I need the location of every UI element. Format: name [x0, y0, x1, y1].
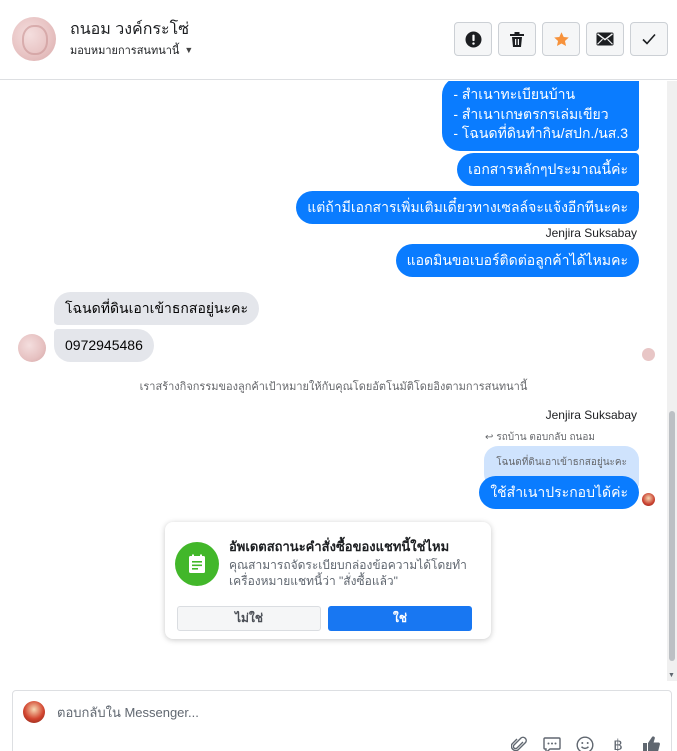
scroll-down-arrow-icon[interactable]: ▼ — [668, 672, 675, 679]
order-status-icon — [175, 542, 219, 586]
outgoing-message[interactable]: แอดมินขอเบอร์ติดต่อลูกค้าได้ไหมคะ — [395, 244, 639, 277]
assign-label: มอบหมายการสนทนานี้ — [70, 45, 180, 57]
incoming-message[interactable]: 0972945486 — [54, 329, 154, 362]
no-button[interactable]: ไม่ใช่ — [177, 606, 321, 631]
card-title: อัพเดตสถานะคำสั่งซื้อของแชทนี้ใช่ไหม — [229, 539, 450, 554]
sender-name: Jenjira Suksabay — [545, 408, 637, 422]
seen-receipt-avatar — [642, 348, 655, 361]
outgoing-message[interactable]: ใช้สำเนาประกอบได้ค่ะ — [479, 476, 639, 509]
order-status-card: อัพเดตสถานะคำสั่งซื้อของแชทนี้ใช่ไหม คุณ… — [165, 522, 491, 639]
envelope-icon — [596, 32, 614, 46]
mark-spam-button[interactable] — [454, 22, 492, 56]
outgoing-message[interactable]: เอกสารหลักๆประมาณนี้ค่ะ — [457, 153, 639, 186]
assign-conversation-dropdown[interactable]: มอบหมายการสนทนานี้ ▼ — [70, 41, 193, 59]
delete-button[interactable] — [498, 22, 536, 56]
message-composer: ฿ — [12, 690, 672, 751]
receipt-icon — [189, 554, 205, 573]
like-icon[interactable] — [641, 735, 661, 751]
trash-icon — [510, 31, 524, 47]
reply-arrow-icon: ↩ — [484, 432, 494, 443]
yes-button[interactable]: ใช่ — [328, 606, 472, 631]
contact-name[interactable]: ถนอม วงค์กระโซ่ — [70, 17, 189, 42]
mark-done-button[interactable] — [630, 22, 668, 56]
conversation-header: ถนอม วงค์กระโซ่ มอบหมายการสนทนานี้ ▼ — [0, 0, 677, 80]
reply-input[interactable] — [57, 705, 457, 720]
list-item: - โฉนดที่ดินทำกิน/สปก./นส.3 — [453, 125, 628, 141]
incoming-message[interactable]: โฉนดที่ดินเอาเข้าธกสอยู่นะคะ — [54, 292, 260, 325]
outgoing-message[interactable]: แต่ถ้ามีเอกสารเพิ่มเติมเดี๋ยวทางเซลล์จะแ… — [296, 191, 639, 224]
contact-small-avatar — [18, 334, 46, 362]
sender-name: Jenjira Suksabay — [545, 226, 637, 240]
system-note: เราสร้างกิจกรรมของลูกค้าเป้าหมายให้กับคุ… — [139, 381, 528, 393]
header-actions — [454, 22, 668, 56]
seen-receipt-avatar — [642, 493, 655, 506]
list-item: - สำเนาเกษตรกรเล่มเขียว — [453, 105, 609, 122]
star-icon — [553, 31, 569, 46]
card-description: คุณสามารถจัดระเบียบกล่องข้อความได้โดยทำเ… — [229, 558, 467, 588]
star-button[interactable] — [542, 22, 580, 56]
scrollbar[interactable]: ▼ — [667, 81, 677, 681]
attach-icon[interactable] — [509, 735, 529, 751]
exclamation-circle-icon — [465, 31, 481, 47]
composer-tools: ฿ — [509, 735, 661, 751]
emoji-icon[interactable] — [575, 735, 595, 751]
message-thread[interactable]: - สำเนาทะเบียนบ้าน - สำเนาเกษตรกรเล่มเขี… — [0, 81, 667, 681]
saved-replies-icon[interactable] — [542, 735, 562, 751]
contact-avatar[interactable] — [12, 17, 56, 61]
mark-unread-button[interactable] — [586, 22, 624, 56]
page-avatar — [23, 701, 45, 723]
outgoing-message-document-list[interactable]: - สำเนาทะเบียนบ้าน - สำเนาเกษตรกรเล่มเขี… — [442, 81, 639, 151]
checkmark-icon — [642, 33, 656, 45]
reply-meta: ↩ รถบ้าน ตอบกลับ ถนอม — [485, 430, 595, 445]
caret-down-icon: ▼ — [184, 45, 194, 55]
baht-icon[interactable]: ฿ — [608, 735, 628, 751]
list-item: - สำเนาทะเบียนบ้าน — [453, 86, 576, 102]
scrollbar-thumb[interactable] — [669, 411, 675, 661]
reply-meta-text: รถบ้าน ตอบกลับ ถนอม — [496, 432, 595, 443]
